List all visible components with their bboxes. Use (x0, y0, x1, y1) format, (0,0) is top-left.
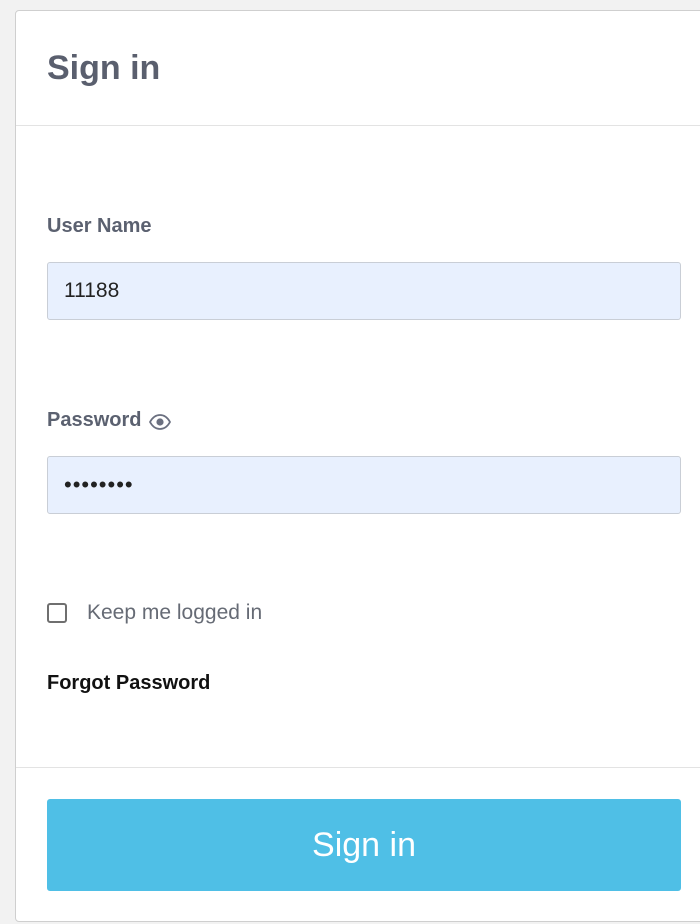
password-input[interactable] (47, 456, 681, 514)
card-footer-divider (16, 767, 700, 768)
sign-in-card: Sign in User Name Password Keep me logge… (15, 10, 700, 922)
username-label: User Name (47, 214, 152, 238)
password-label: Password (47, 408, 172, 432)
page-title: Sign in (47, 49, 161, 87)
username-label-text: User Name (47, 215, 152, 237)
sign-in-button[interactable]: Sign in (47, 799, 681, 891)
password-label-text: Password (47, 409, 142, 431)
card-header: Sign in (16, 11, 700, 126)
keep-logged-in-label[interactable]: Keep me logged in (87, 601, 262, 625)
username-input[interactable] (47, 262, 681, 320)
keep-logged-in-checkbox[interactable] (47, 603, 67, 623)
eye-icon[interactable] (149, 412, 172, 430)
forgot-password-link[interactable]: Forgot Password (47, 672, 210, 695)
keep-logged-in-row[interactable]: Keep me logged in (47, 601, 262, 625)
